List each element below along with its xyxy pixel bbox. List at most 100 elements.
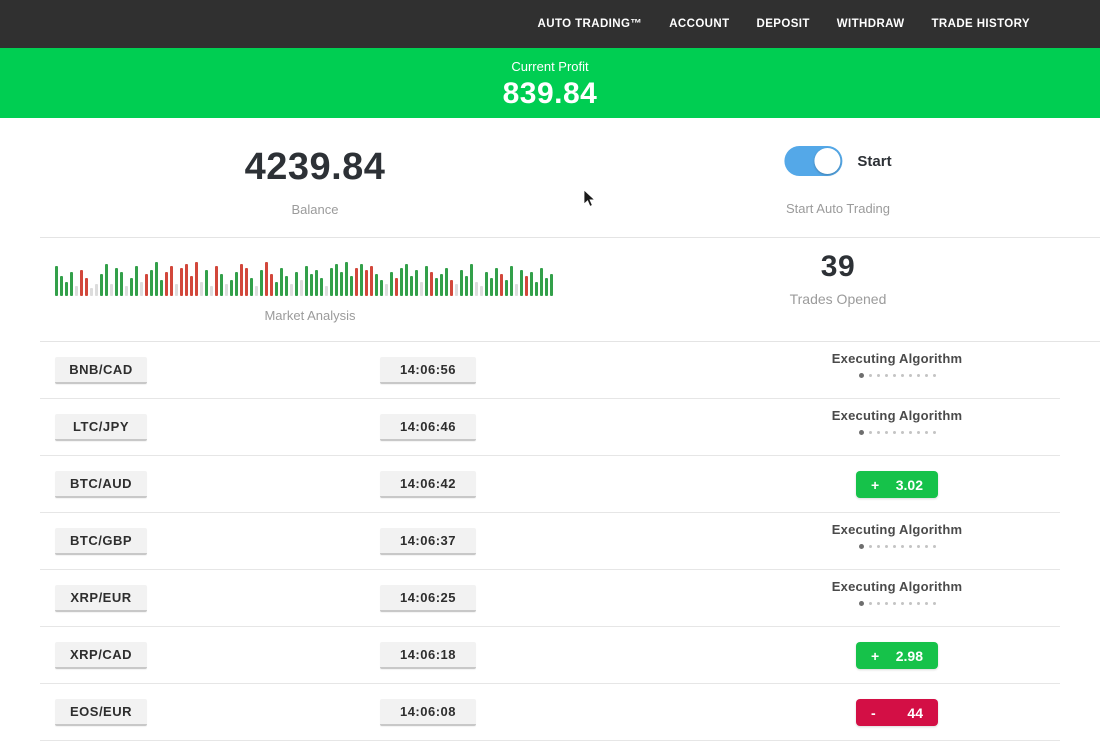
balance-label: Balance: [245, 202, 386, 217]
progress-dot: [901, 602, 904, 605]
progress-dot: [917, 431, 920, 434]
start-auto-trading-toggle[interactable]: [784, 146, 842, 176]
progress-dot: [925, 602, 928, 605]
market-bar: [250, 278, 253, 296]
nav-item-withdraw[interactable]: WITHDRAW: [837, 18, 905, 30]
market-bar: [145, 274, 148, 296]
progress-dot: [869, 431, 872, 434]
market-bar: [200, 282, 203, 296]
market-bar: [535, 282, 538, 296]
toggle-knob: [814, 148, 840, 174]
progress-dot: [933, 545, 936, 548]
market-bar: [515, 284, 518, 296]
market-bar: [225, 284, 228, 296]
market-bar: [405, 264, 408, 296]
market-bar: [330, 268, 333, 296]
market-bar: [520, 270, 523, 296]
market-bar: [505, 280, 508, 296]
badge-amount: 3.02: [896, 477, 923, 493]
market-bar: [65, 282, 68, 296]
trade-status: +3.02: [797, 465, 997, 498]
balance-block: 4239.84 Balance: [245, 146, 386, 217]
market-bar: [105, 264, 108, 296]
time-chip: 14:06:37: [380, 528, 476, 555]
progress-dot: [925, 545, 928, 548]
market-bar: [165, 272, 168, 296]
market-bar: [195, 262, 198, 296]
trade-status: Executing Algorithm: [797, 351, 997, 378]
nav-item-account[interactable]: ACCOUNT: [669, 18, 729, 30]
balance-value: 4239.84: [245, 146, 386, 189]
progress-dot: [901, 431, 904, 434]
market-bar: [455, 284, 458, 296]
trade-row: LTC/JPY14:06:46Executing Algorithm: [0, 399, 1100, 456]
badge-amount: 44: [907, 705, 923, 721]
progress-dot: [877, 374, 880, 377]
time-chip: 14:06:08: [380, 699, 476, 726]
market-bar: [235, 272, 238, 296]
badge-amount: 2.98: [896, 648, 923, 664]
market-bar: [470, 264, 473, 296]
market-bar: [370, 266, 373, 296]
profit-badge: +3.02: [856, 471, 938, 498]
market-bar: [410, 276, 413, 296]
progress-dot: [859, 601, 864, 606]
progress-dots: [797, 430, 997, 435]
market-bar: [380, 280, 383, 296]
loss-badge: -44: [856, 699, 938, 726]
market-bar: [460, 270, 463, 296]
progress-dot: [925, 374, 928, 377]
trade-status: Executing Algorithm: [797, 579, 997, 606]
market-bar: [475, 282, 478, 296]
market-bar: [450, 280, 453, 296]
progress-dot: [877, 431, 880, 434]
pair-chip: BNB/CAD: [55, 357, 147, 384]
progress-dot: [893, 374, 896, 377]
market-analysis-chart: [55, 258, 553, 296]
market-bar: [325, 286, 328, 296]
market-bar: [95, 284, 98, 296]
pair-chip: XRP/EUR: [55, 585, 147, 612]
market-bar: [360, 264, 363, 296]
market-bar: [340, 272, 343, 296]
market-bar: [80, 270, 83, 296]
nav-item-trade-history[interactable]: TRADE HISTORY: [932, 18, 1031, 30]
badge-sign: +: [871, 648, 879, 664]
market-bar: [270, 274, 273, 296]
executing-algorithm-label: Executing Algorithm: [797, 522, 997, 537]
market-bar: [295, 272, 298, 296]
profit-banner: Current Profit 839.84: [0, 48, 1100, 118]
market-bar: [265, 262, 268, 296]
pair-chip: EOS/EUR: [55, 699, 147, 726]
market-bar: [530, 272, 533, 296]
nav-item-auto-trading[interactable]: AUTO TRADING™: [538, 18, 643, 30]
market-bar: [275, 282, 278, 296]
nav-item-deposit[interactable]: DEPOSIT: [757, 18, 810, 30]
market-bar: [60, 276, 63, 296]
trade-row: XRP/CAD14:06:18+2.98: [0, 627, 1100, 684]
pair-chip: LTC/JPY: [55, 414, 147, 441]
market-bar: [335, 264, 338, 296]
market-bar: [415, 270, 418, 296]
progress-dot: [901, 374, 904, 377]
market-bar: [135, 266, 138, 296]
profit-badge: +2.98: [856, 642, 938, 669]
progress-dot: [933, 374, 936, 377]
trades-opened-block: 39 Trades Opened: [790, 250, 887, 307]
market-bar: [485, 272, 488, 296]
market-bar: [100, 274, 103, 296]
market-bar: [390, 272, 393, 296]
pair-chip: XRP/CAD: [55, 642, 147, 669]
market-bar: [205, 270, 208, 296]
market-bar: [190, 276, 193, 296]
market-bar: [155, 262, 158, 296]
market-bar: [140, 282, 143, 296]
market-bar: [375, 274, 378, 296]
market-bar: [120, 272, 123, 296]
progress-dot: [893, 545, 896, 548]
market-bar: [305, 266, 308, 296]
market-bar: [550, 274, 553, 296]
market-bar: [465, 276, 468, 296]
market-bar: [170, 266, 173, 296]
market-bar: [210, 286, 213, 296]
